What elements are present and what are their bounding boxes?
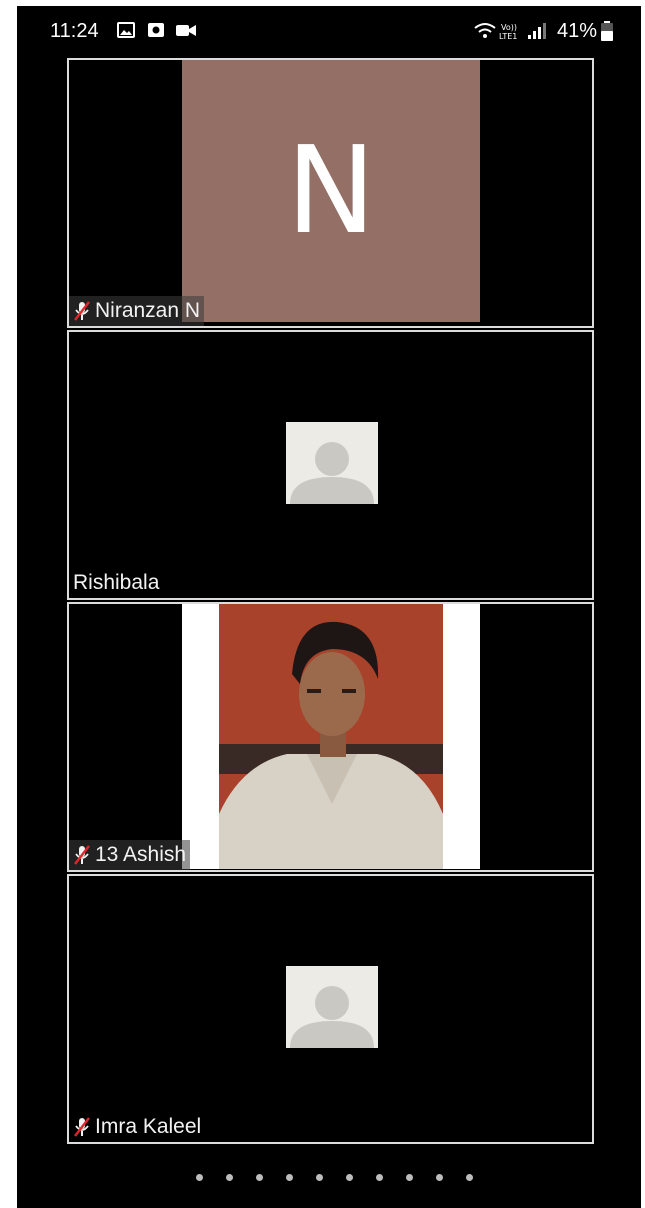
status-bar: 11:24 Vo)) LTE1 41% — [17, 6, 641, 52]
volte-icon: Vo)) LTE1 — [499, 23, 517, 40]
page-dot[interactable] — [345, 1174, 353, 1181]
participant-tile[interactable]: 13 Ashish — [67, 602, 594, 872]
participant-name-tag: Imra Kaleel — [69, 1112, 205, 1142]
participant-name: Rishibala — [73, 571, 160, 594]
default-avatar-icon — [286, 966, 378, 1048]
participant-name-tag: Niranzan N — [69, 296, 205, 326]
signal-icon — [528, 23, 546, 39]
page-dot[interactable] — [255, 1174, 263, 1181]
page-dot[interactable] — [225, 1174, 233, 1181]
page-dot[interactable] — [285, 1174, 293, 1181]
muted-mic-icon — [74, 1117, 90, 1137]
battery-icon — [601, 21, 613, 41]
participant-tile[interactable]: Rishibala — [67, 330, 594, 600]
participant-name: Niranzan N — [95, 299, 201, 322]
image-icon — [117, 22, 135, 38]
page-dot[interactable] — [435, 1174, 443, 1181]
participant-initial: N — [286, 121, 376, 261]
participant-tile[interactable]: Imra Kaleel — [67, 874, 594, 1144]
page-dot[interactable] — [315, 1174, 323, 1181]
muted-mic-icon — [74, 301, 90, 321]
battery-percentage: 41% — [556, 20, 597, 42]
participant-video — [182, 604, 480, 869]
muted-mic-icon — [74, 845, 90, 865]
default-avatar-icon — [286, 422, 378, 504]
page-dot[interactable] — [465, 1174, 473, 1181]
status-time: 11:24 — [50, 20, 99, 42]
wifi-icon — [474, 23, 496, 38]
page-indicator[interactable] — [17, 1174, 641, 1181]
phone-screen: 11:24 Vo)) LTE1 41% N Niranzan N Rishiba… — [17, 6, 641, 1208]
participant-initial-avatar: N — [182, 60, 480, 322]
page-dot[interactable] — [375, 1174, 383, 1181]
participant-name-tag: 13 Ashish — [69, 840, 191, 870]
participant-name: 13 Ashish — [95, 843, 187, 866]
participant-name-tag: Rishibala — [69, 568, 163, 598]
svg-text:Vo)): Vo)) — [501, 23, 517, 32]
page-dot[interactable] — [195, 1174, 203, 1181]
participant-tile[interactable]: N Niranzan N — [67, 58, 594, 328]
video-feed-image — [182, 604, 480, 869]
participant-name: Imra Kaleel — [95, 1115, 202, 1138]
video-icon — [176, 25, 196, 36]
svg-text:LTE1: LTE1 — [499, 32, 517, 40]
record-icon — [148, 23, 164, 37]
page-dot[interactable] — [405, 1174, 413, 1181]
